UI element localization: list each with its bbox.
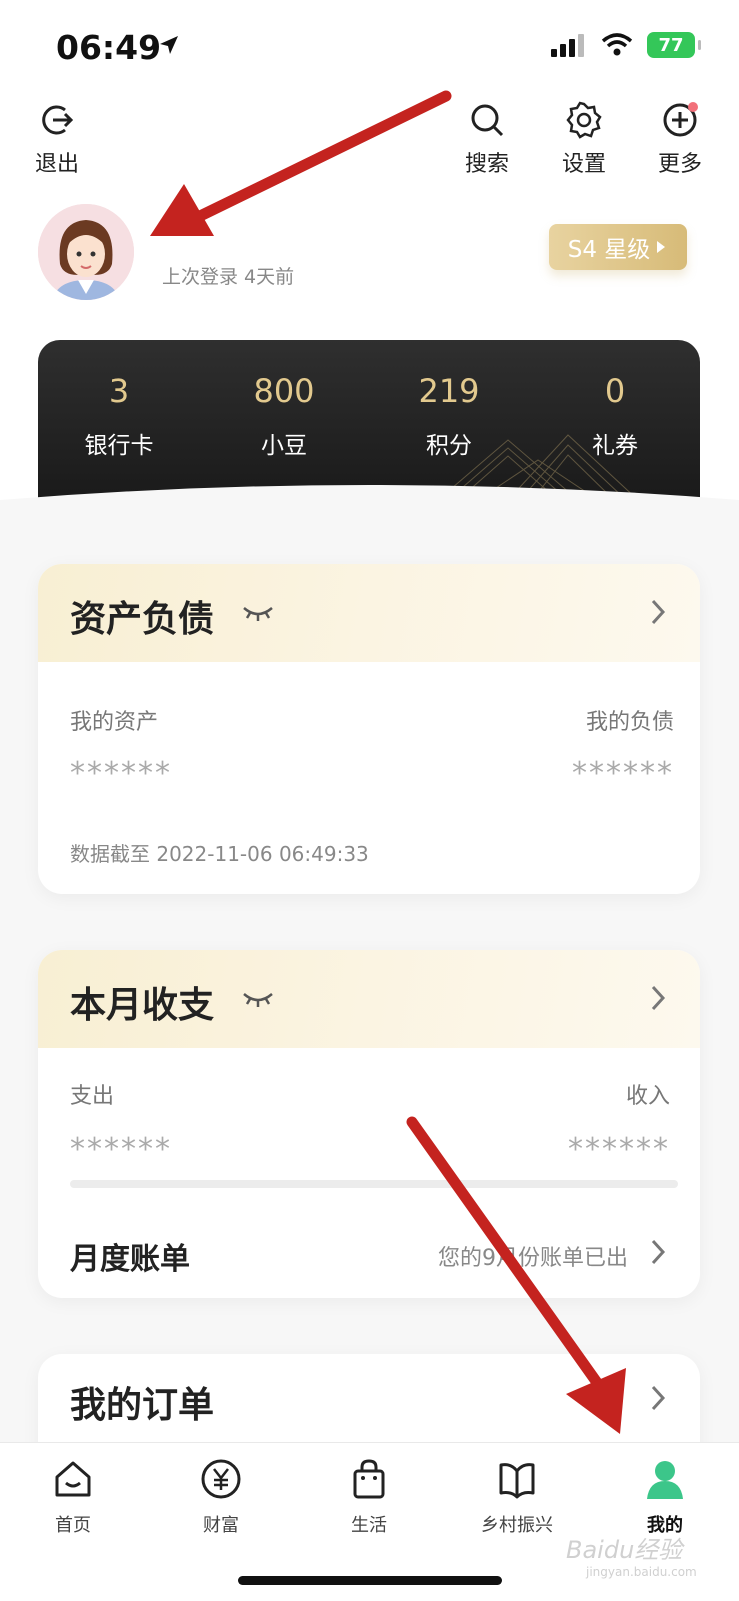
header-curve — [0, 485, 739, 540]
liabilities-value-hidden: ****** — [572, 756, 674, 791]
shopping-bag-icon — [353, 1459, 385, 1499]
chevron-right-icon — [651, 1385, 666, 1411]
logout-icon — [42, 105, 74, 135]
assets-value-hidden: ****** — [70, 756, 172, 791]
battery-indicator: 77 — [647, 32, 701, 58]
watermark-text: Baidu经验 — [566, 1536, 683, 1564]
card-title: 本月收支 — [70, 985, 215, 1026]
stat-bank-cards[interactable]: 3 银行卡 — [59, 372, 179, 460]
person-icon — [647, 1461, 683, 1499]
status-time: 06:49 — [56, 28, 162, 67]
card-header: 本月收支 — [38, 950, 700, 1048]
signal-icon — [551, 34, 584, 57]
level-label: S4 星级 — [567, 237, 651, 263]
income-value-hidden: ****** — [568, 1132, 670, 1167]
stat-value: 219 — [418, 372, 480, 410]
wifi-icon — [601, 33, 633, 56]
stat-value: 800 — [253, 372, 315, 410]
last-login-text: 上次登录 4天前 — [162, 266, 295, 288]
stat-label: 银行卡 — [84, 433, 154, 459]
search-label: 搜索 — [464, 152, 509, 177]
avatar[interactable] — [38, 204, 134, 300]
battery-level: 77 — [658, 34, 684, 56]
chevron-right-icon — [657, 241, 666, 253]
more-button[interactable]: 更多 — [645, 100, 715, 178]
card-title: 资产负债 — [70, 599, 215, 640]
exit-button[interactable]: 退出 — [22, 100, 92, 178]
book-icon — [499, 1463, 535, 1499]
stat-value: 0 — [604, 372, 626, 410]
tab-rural-revitalization[interactable]: 乡村振兴 — [457, 1457, 577, 1537]
home-indicator — [238, 1576, 502, 1585]
my-liabilities-label: 我的负债 — [585, 710, 674, 735]
plus-circle-icon — [663, 102, 698, 137]
card-title: 我的订单 — [70, 1385, 215, 1426]
avatar-illustration — [38, 204, 134, 300]
stat-label: 小豆 — [261, 433, 307, 459]
yen-icon — [201, 1459, 241, 1499]
settings-label: 设置 — [561, 152, 606, 177]
chevron-right-icon[interactable] — [650, 984, 666, 1012]
monthly-bill-note: 您的9月份账单已出 — [438, 1246, 628, 1271]
income-label: 收入 — [625, 1084, 670, 1109]
watermark-sub: jingyan.baidu.com — [586, 1565, 697, 1579]
gear-icon — [566, 101, 602, 139]
home-icon — [55, 1461, 91, 1497]
expense-value-hidden: ****** — [70, 1132, 172, 1167]
tab-home[interactable]: 首页 — [13, 1457, 133, 1537]
settings-button[interactable]: 设置 — [549, 100, 619, 178]
baidu-watermark: Baidu经验 jingyan.baidu.com — [566, 1530, 697, 1579]
status-indicators: 77 — [551, 32, 701, 58]
stat-coupons[interactable]: 0 礼券 — [555, 372, 675, 460]
stats-panel: 3 银行卡 800 小豆 219 积分 0 礼券 — [38, 340, 700, 500]
tab-life[interactable]: 生活 — [309, 1457, 429, 1537]
expense-label: 支出 — [70, 1084, 115, 1109]
search-icon — [471, 104, 504, 137]
eye-closed-icon[interactable] — [242, 604, 274, 622]
tab-mine[interactable]: 我的 — [605, 1457, 725, 1537]
stat-label: 积分 — [426, 433, 472, 459]
stat-beans[interactable]: 800 小豆 — [224, 372, 344, 460]
card-header: 资产负债 — [38, 564, 700, 662]
monthly-bill-title: 月度账单 — [70, 1242, 190, 1277]
chevron-right-icon — [651, 1239, 666, 1265]
location-arrow-icon — [160, 36, 178, 54]
search-button[interactable]: 搜索 — [452, 100, 522, 178]
stat-points[interactable]: 219 积分 — [389, 372, 509, 460]
status-bar: 06:49 77 — [0, 0, 739, 90]
tab-label: 生活 — [351, 1515, 387, 1536]
stat-value: 3 — [108, 372, 130, 410]
eye-closed-icon[interactable] — [242, 990, 274, 1008]
income-expense-bar — [70, 1180, 678, 1188]
tab-label: 首页 — [55, 1515, 91, 1536]
profile-header: 退出 搜索 设置 更多 上次登录 4天前 S4 星级 3 银行卡 800 小豆 … — [0, 90, 739, 530]
assets-liabilities-card[interactable]: 资产负债 我的资产 我的负债 ****** ****** 数据截至 2022-1… — [38, 564, 700, 894]
tab-wealth[interactable]: 财富 — [161, 1457, 281, 1537]
stat-label: 礼券 — [592, 433, 638, 459]
more-label: 更多 — [657, 152, 702, 177]
tab-label: 乡村振兴 — [481, 1515, 553, 1536]
monthly-income-expense-card[interactable]: 本月收支 支出 收入 ****** ****** 月度账单 您的9月份账单已出 — [38, 950, 700, 1298]
my-assets-label: 我的资产 — [70, 710, 159, 735]
chevron-right-icon[interactable] — [650, 598, 666, 626]
data-timestamp: 数据截至 2022-11-06 06:49:33 — [70, 842, 369, 866]
tab-label: 财富 — [203, 1515, 239, 1536]
level-badge[interactable]: S4 星级 — [549, 224, 687, 270]
exit-label: 退出 — [34, 152, 79, 177]
